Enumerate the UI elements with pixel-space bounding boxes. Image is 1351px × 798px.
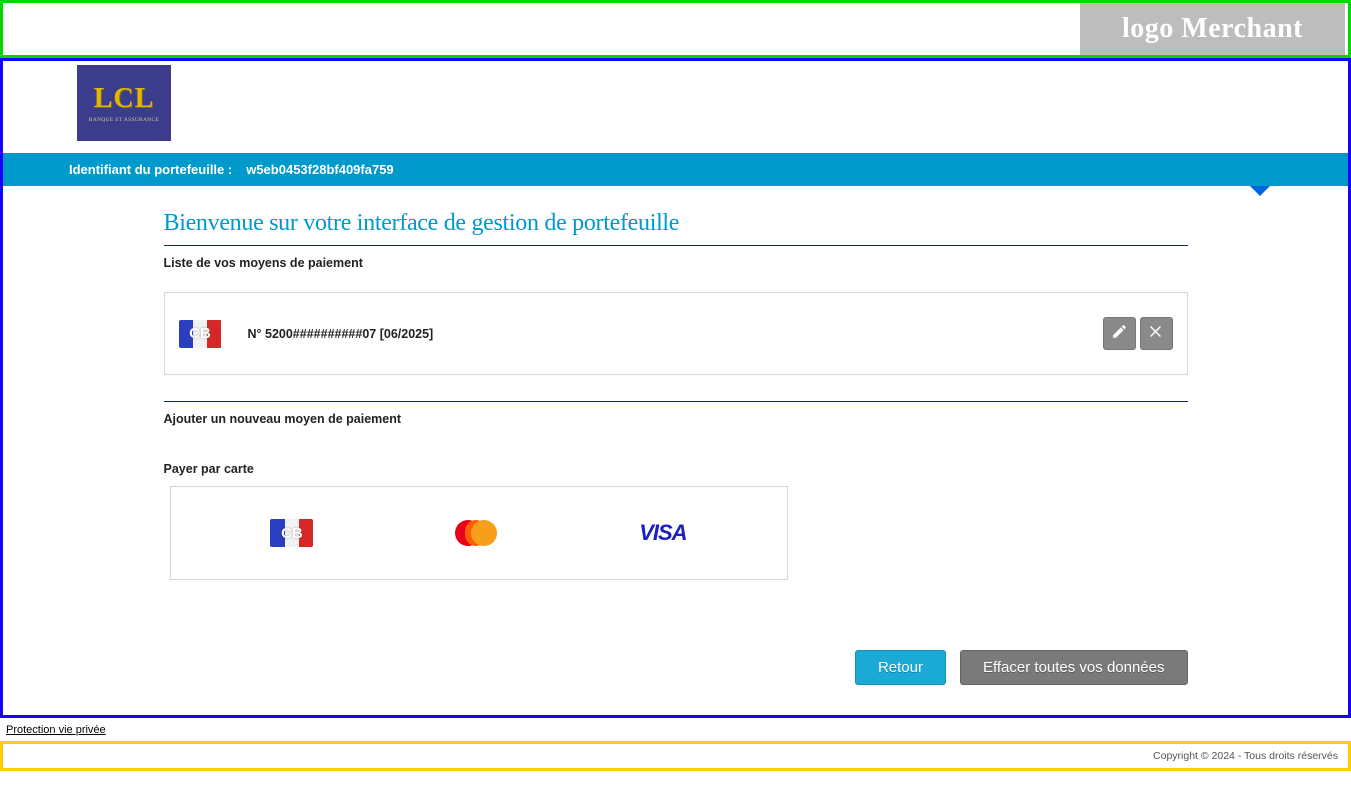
- saved-card-row: CB N° 5200##########07 [06/2025]: [164, 292, 1188, 375]
- cb-icon-text: CB: [270, 519, 313, 547]
- pay-by-card-label: Payer par carte: [164, 462, 1188, 476]
- page-title: Bienvenue sur votre interface de gestion…: [164, 210, 1188, 237]
- back-button[interactable]: Retour: [855, 650, 946, 685]
- bank-logo: LCL BANQUE ET ASSURANCE: [77, 65, 171, 141]
- wallet-id-bar: Identifiant du portefeuille : w5eb0453f2…: [3, 153, 1348, 186]
- divider: [164, 245, 1188, 246]
- copyright-text: Copyright © 2024 - Tous droits réservés: [1153, 750, 1338, 762]
- tab-indicator-icon: [1250, 186, 1270, 196]
- merchant-logo-placeholder: logo Merchant: [1080, 3, 1345, 55]
- cb-card-icon: CB: [270, 519, 313, 547]
- pay-option-visa[interactable]: VISA: [639, 503, 686, 563]
- saved-card-number: N° 5200##########07 [06/2025]: [248, 327, 434, 341]
- bank-logo-main-text: LCL: [94, 83, 155, 115]
- pay-option-cb[interactable]: CB: [270, 503, 313, 563]
- privacy-link[interactable]: Protection vie privée: [6, 724, 106, 736]
- add-method-label: Ajouter un nouveau moyen de paiement: [164, 412, 1188, 426]
- pay-by-card-options: CB VISA: [170, 486, 788, 580]
- saved-methods-label: Liste de vos moyens de paiement: [164, 256, 1188, 270]
- cb-card-icon: CB: [179, 320, 222, 348]
- content: Bienvenue sur votre interface de gestion…: [164, 210, 1188, 715]
- privacy-bar: Protection vie privée: [0, 718, 1351, 741]
- close-icon: [1148, 323, 1165, 345]
- card-actions: [1103, 317, 1173, 350]
- bank-logo-sub-text: BANQUE ET ASSURANCE: [89, 117, 159, 123]
- main-panel: LCL BANQUE ET ASSURANCE Identifiant du p…: [0, 58, 1351, 718]
- delete-card-button[interactable]: [1140, 317, 1173, 350]
- divider: [164, 401, 1188, 402]
- pay-option-mastercard[interactable]: [453, 503, 499, 563]
- action-bar: Retour Effacer toutes vos données: [164, 650, 1188, 685]
- merchant-header: logo Merchant: [0, 0, 1351, 58]
- cb-icon-text: CB: [179, 320, 222, 348]
- edit-card-button[interactable]: [1103, 317, 1136, 350]
- wallet-id-label: Identifiant du portefeuille :: [69, 162, 232, 177]
- visa-icon: VISA: [639, 520, 686, 546]
- merchant-logo-text: logo Merchant: [1122, 13, 1303, 45]
- mastercard-icon: [453, 518, 499, 548]
- wallet-id-value: w5eb0453f28bf409fa759: [246, 162, 393, 177]
- pencil-icon: [1111, 323, 1128, 345]
- footer: Copyright © 2024 - Tous droits réservés: [0, 741, 1351, 771]
- clear-data-button[interactable]: Effacer toutes vos données: [960, 650, 1188, 685]
